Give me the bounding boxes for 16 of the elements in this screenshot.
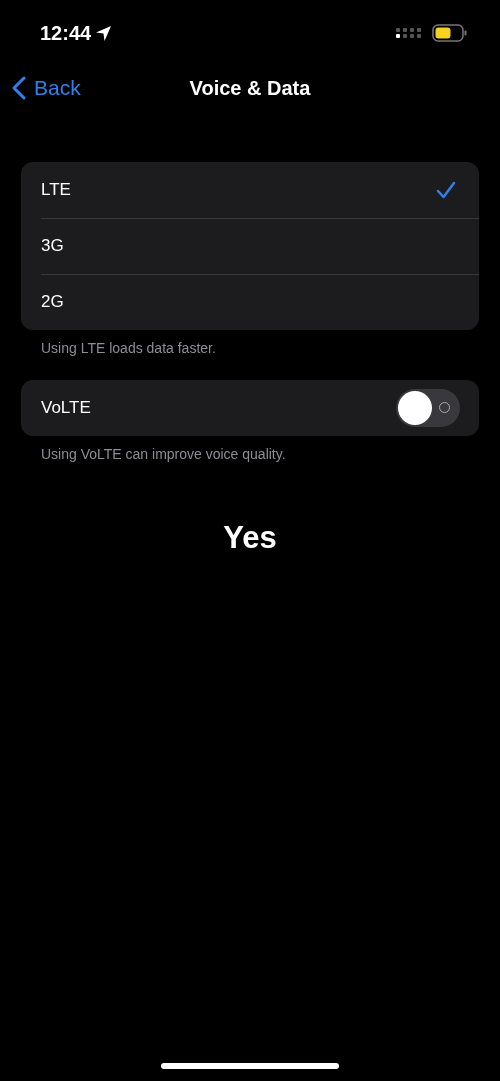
answer-text: Yes <box>223 520 277 556</box>
option-row[interactable]: LTE <box>21 162 479 218</box>
option-row[interactable]: 3G <box>21 218 479 274</box>
option-row[interactable]: 2G <box>21 274 479 330</box>
location-arrow-icon <box>95 24 114 42</box>
back-button[interactable]: Back <box>12 76 81 100</box>
status-time: 12:44 <box>40 21 92 45</box>
checkmark-icon <box>436 181 456 199</box>
battery-icon <box>432 24 468 42</box>
page-title: Voice & Data <box>189 76 311 100</box>
chevron-left-icon <box>12 76 26 100</box>
footer-note: Using LTE loads data faster. <box>41 340 217 356</box>
volte-label: VoLTE <box>41 398 91 418</box>
footer-note: Using VoLTE can improve voice quality. <box>41 446 287 462</box>
volte-toggle[interactable] <box>396 389 460 427</box>
signal-dots-icon <box>396 27 422 39</box>
